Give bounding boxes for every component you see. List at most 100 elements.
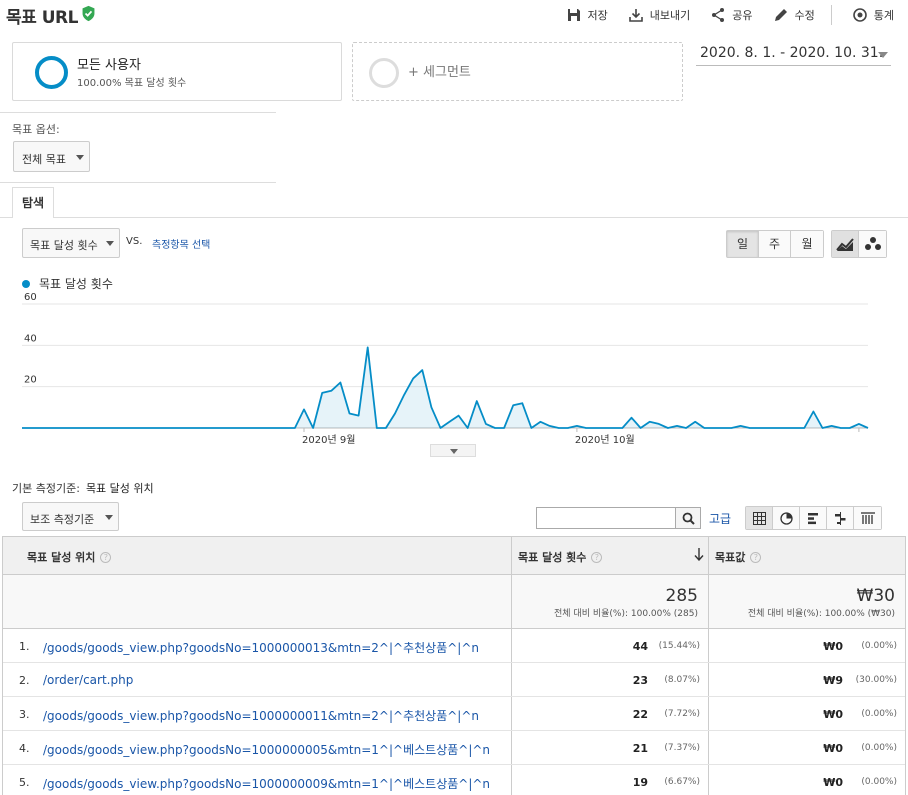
- period-week-button[interactable]: 주: [759, 231, 791, 257]
- goal-value: ₩0: [823, 776, 843, 789]
- sort-descending-icon: [694, 548, 704, 561]
- save-button[interactable]: 저장: [566, 7, 608, 23]
- comparison-icon: [834, 511, 845, 525]
- primary-dimension-value[interactable]: 목표 달성 위치: [86, 482, 154, 495]
- y-tick-label: 20: [24, 375, 37, 386]
- goal-url-link[interactable]: /goods/goods_view.php?goodsNo=1000000013…: [43, 639, 479, 656]
- share-label: 공유: [732, 9, 753, 22]
- export-button[interactable]: 내보내기: [628, 7, 690, 23]
- advanced-filter-link[interactable]: 고급: [709, 510, 731, 527]
- primary-dimension-label: 기본 측정기준:: [12, 482, 80, 495]
- metric-select[interactable]: 목표 달성 횟수: [22, 228, 120, 258]
- segment-color-ring: [35, 56, 68, 89]
- edit-button[interactable]: 수정: [773, 7, 815, 23]
- column-header-text: 목표 달성 횟수: [518, 551, 587, 564]
- help-icon[interactable]: ?: [750, 552, 762, 563]
- line-chart-button[interactable]: [832, 231, 859, 257]
- y-tick-label: 60: [24, 292, 37, 303]
- segment-all-users[interactable]: 모든 사용자 100.00% 목표 달성 횟수: [12, 42, 342, 101]
- goal-value-percent: (0.00%): [861, 709, 897, 719]
- motion-chart-button[interactable]: [859, 231, 886, 257]
- comparison-view-button[interactable]: [827, 507, 854, 529]
- goal-option-value: 전체 목표: [22, 153, 66, 166]
- report-toolbar: 저장 내보내기 공유 수정 통계: [546, 5, 894, 25]
- search-button[interactable]: [675, 507, 701, 529]
- table-view-toggle: [745, 506, 882, 530]
- tab-explore[interactable]: 탐색: [12, 187, 54, 218]
- table-row: 3. /goods/goods_view.php?goodsNo=10000000…: [3, 697, 905, 731]
- table-search-input[interactable]: [536, 507, 676, 529]
- cell-goal-completions: 21 (7.37%): [512, 731, 709, 764]
- goal-url-link[interactable]: /goods/goods_view.php?goodsNo=1000000005…: [43, 741, 490, 758]
- pie-icon: [779, 511, 793, 525]
- help-icon[interactable]: ?: [100, 552, 112, 563]
- table-row: 1. /goods/goods_view.php?goodsNo=10000000…: [3, 629, 905, 663]
- date-range-picker[interactable]: 2020. 8. 1. - 2020. 10. 31.: [696, 44, 891, 66]
- table-view-button[interactable]: [746, 507, 773, 529]
- goal-value: ₩0: [823, 640, 843, 653]
- goal-url-link[interactable]: /goods/goods_view.php?goodsNo=1000000011…: [43, 707, 479, 724]
- empty-segment-ring: [369, 58, 399, 88]
- column-header-goal-location[interactable]: 목표 달성 위치?: [3, 537, 512, 574]
- select-metric-link[interactable]: 측정항목 선택: [152, 236, 210, 251]
- chevron-down-icon: [106, 241, 114, 246]
- secondary-dimension-select[interactable]: 보조 측정기준: [22, 502, 119, 531]
- primary-dimension: 기본 측정기준: 목표 달성 위치: [12, 480, 154, 496]
- completions-value: 44: [632, 640, 648, 653]
- total-completions: 285: [665, 586, 698, 606]
- date-range-text: 2020. 8. 1. - 2020. 10. 31.: [700, 45, 884, 61]
- chart-legend: 목표 달성 횟수: [22, 275, 113, 292]
- goal-value-percent: (0.00%): [861, 777, 897, 787]
- completions-percent: (15.44%): [658, 641, 700, 651]
- insights-icon: [852, 8, 867, 22]
- toolbar-separator: [830, 5, 832, 25]
- goal-value-percent: (30.00%): [855, 675, 897, 685]
- bubble-chart-icon: [864, 237, 881, 250]
- help-icon[interactable]: ?: [591, 552, 603, 563]
- total-cell-value: ₩30 전체 대비 비율(%): 100.00% (₩30): [709, 575, 905, 628]
- chevron-down-icon: [76, 155, 84, 160]
- row-index: 3.: [19, 708, 30, 721]
- x-tick-label: 2020년 10월: [575, 434, 635, 446]
- column-header-goal-completions[interactable]: 목표 달성 횟수?: [512, 537, 709, 574]
- goal-value: ₩0: [823, 742, 843, 755]
- add-segment-button[interactable]: + 세그먼트: [352, 42, 683, 101]
- column-header-goal-value[interactable]: 목표값?: [709, 537, 905, 574]
- divider: [0, 182, 276, 183]
- save-label: 저장: [587, 9, 608, 22]
- line-chart-icon: [836, 238, 854, 251]
- goal-option-select[interactable]: 전체 목표: [13, 141, 90, 172]
- performance-view-button[interactable]: [800, 507, 827, 529]
- grid-icon: [752, 511, 766, 525]
- insights-button[interactable]: 통계: [852, 7, 894, 23]
- bar-list-icon: [807, 512, 818, 524]
- goal-url-link[interactable]: /order/cart.php: [43, 673, 133, 687]
- column-header-label: 목표 달성 위치?: [27, 549, 112, 565]
- segment-name: 모든 사용자: [77, 58, 141, 73]
- chevron-down-icon: [450, 449, 458, 454]
- cell-goal-completions: 19 (6.67%): [512, 765, 709, 795]
- series-dot: [22, 279, 30, 288]
- divider: [0, 112, 276, 113]
- add-segment-label: + 세그먼트: [408, 65, 471, 80]
- cell-goal-location: 4. /goods/goods_view.php?goodsNo=10000000…: [3, 731, 512, 764]
- share-button[interactable]: 공유: [710, 7, 753, 23]
- pivot-view-button[interactable]: [854, 507, 881, 529]
- cell-goal-value: ₩0 (0.00%): [709, 697, 905, 730]
- completions-value: 22: [632, 708, 648, 721]
- pie-view-button[interactable]: [773, 507, 800, 529]
- goal-value-percent: (0.00%): [861, 743, 897, 753]
- completions-value: 21: [632, 742, 648, 755]
- goal-url-table: 목표 달성 위치? 목표 달성 횟수? 목표값? 285 전체 대비 비율(%)…: [2, 536, 906, 795]
- cell-goal-value: ₩0 (0.00%): [709, 731, 905, 764]
- goal-url-link[interactable]: /goods/goods_view.php?goodsNo=1000000009…: [43, 775, 490, 792]
- cell-goal-value: ₩0 (0.00%): [709, 765, 905, 795]
- chart-collapse-handle[interactable]: [430, 444, 476, 457]
- cell-goal-location: 3. /goods/goods_view.php?goodsNo=10000000…: [3, 697, 512, 730]
- period-month-button[interactable]: 월: [791, 231, 823, 257]
- completions-percent: (8.07%): [664, 675, 700, 685]
- page-title: 목표 URL: [6, 8, 78, 28]
- period-day-button[interactable]: 일: [727, 231, 759, 257]
- cell-goal-location: 2. /order/cart.php: [3, 663, 512, 696]
- completions-percent: (7.37%): [664, 743, 700, 753]
